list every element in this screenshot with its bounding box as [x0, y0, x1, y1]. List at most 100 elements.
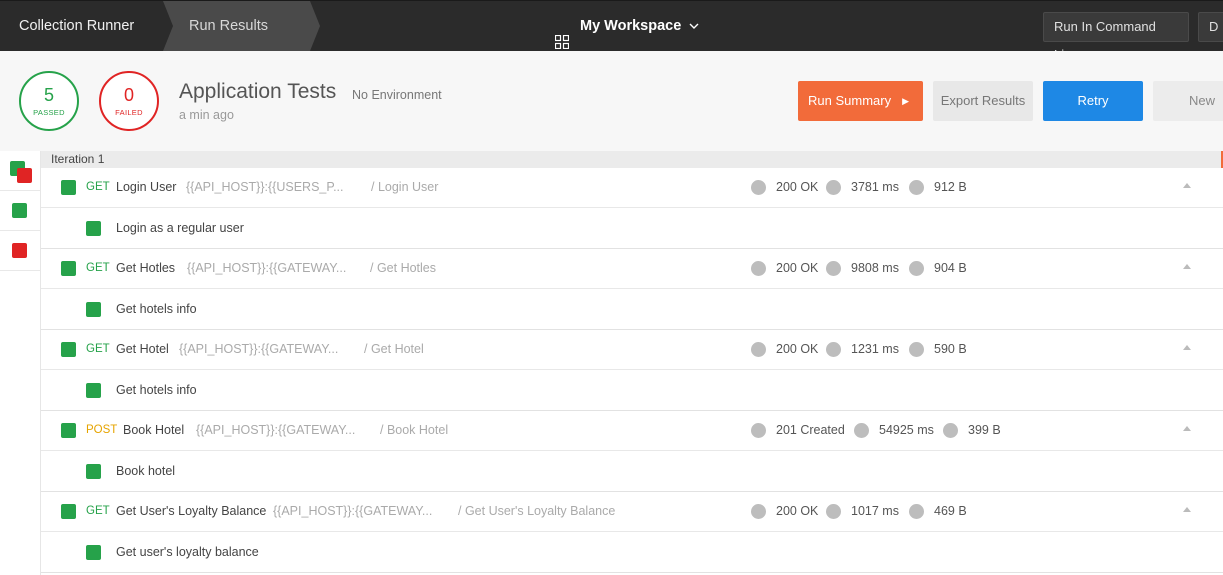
request-row[interactable]: POST Book Hotel {{API_HOST}}:{{GATEWAY..…	[41, 411, 1223, 451]
test-row: Get hotels info	[41, 289, 1223, 330]
run-summary-label: Run Summary	[808, 93, 892, 108]
status-dot-icon	[751, 261, 766, 276]
request-url: {{API_HOST}}:{{USERS_P...	[186, 180, 344, 194]
breadcrumb-separator	[310, 1, 320, 51]
request-status-icon	[61, 342, 76, 357]
test-pass-icon	[86, 545, 101, 560]
request-method: GET	[86, 343, 110, 355]
size-dot-icon	[909, 261, 924, 276]
request-row[interactable]: GET Get Hotles {{API_HOST}}:{{GATEWAY...…	[41, 249, 1223, 289]
collapse-caret-icon[interactable]	[1183, 183, 1191, 188]
request-status-icon	[61, 423, 76, 438]
test-name: Get hotels info	[116, 302, 197, 316]
request-method: GET	[86, 181, 110, 193]
iteration-header: Iteration 1	[41, 151, 1223, 168]
collection-title: Application Tests	[179, 80, 337, 103]
response-size: 469 B	[934, 504, 967, 518]
passed-label: PASSED	[33, 108, 65, 117]
time-dot-icon	[826, 504, 841, 519]
request-url: {{API_HOST}}:{{GATEWAY...	[187, 261, 347, 275]
test-name: Get hotels info	[116, 383, 197, 397]
test-row: Get hotels info	[41, 370, 1223, 411]
request-row[interactable]: GET Get Hotel {{API_HOST}}:{{GATEWAY... …	[41, 330, 1223, 370]
pass-indicator-icon	[12, 203, 27, 218]
request-url: {{API_HOST}}:{{GATEWAY...	[196, 423, 356, 437]
status-dot-icon	[751, 342, 766, 357]
request-method: GET	[86, 262, 110, 274]
response-time: 1017 ms	[851, 504, 899, 518]
run-time-ago: a min ago	[179, 108, 234, 122]
size-dot-icon	[909, 342, 924, 357]
response-size: 912 B	[934, 180, 967, 194]
request-row[interactable]: GET Get User's Loyalty Balance {{API_HOS…	[41, 492, 1223, 532]
collapse-caret-icon[interactable]	[1183, 345, 1191, 350]
response-status: 200 OK	[776, 342, 819, 356]
test-row: Login as a regular user	[41, 208, 1223, 249]
status-dot-icon	[751, 423, 766, 438]
request-status-icon	[61, 261, 76, 276]
response-time: 9808 ms	[851, 261, 899, 275]
request-row[interactable]: GET Login User {{API_HOST}}:{{USERS_P...…	[41, 168, 1223, 208]
test-pass-icon	[86, 383, 101, 398]
response-status: 200 OK	[776, 261, 819, 275]
status-dot-icon	[751, 180, 766, 195]
workspace-switcher[interactable]: My Workspace	[554, 1, 699, 52]
new-button[interactable]: New	[1153, 81, 1223, 121]
breadcrumb-collection-runner[interactable]: Collection Runner	[0, 1, 163, 52]
workspace-name: My Workspace	[580, 18, 682, 34]
size-dot-icon	[909, 180, 924, 195]
request-path: / Login User	[371, 180, 439, 194]
extra-top-button[interactable]: D	[1198, 12, 1223, 42]
time-dot-icon	[826, 342, 841, 357]
response-status: 201 Created	[776, 423, 845, 437]
request-name: Login User	[116, 180, 177, 194]
run-in-command-line-button[interactable]: Run In Command Line	[1043, 12, 1189, 62]
request-path: / Get Hotel	[364, 342, 424, 356]
time-dot-icon	[826, 261, 841, 276]
failed-count: 0	[123, 85, 134, 105]
fail-indicator-icon	[17, 168, 32, 183]
passed-count: 5	[43, 85, 54, 105]
top-bar: Run Results Collection Runner My Workspa…	[0, 0, 1223, 62]
collapse-caret-icon[interactable]	[1183, 426, 1191, 431]
collapse-caret-icon[interactable]	[1183, 264, 1191, 269]
request-path: / Get Hotles	[370, 261, 436, 275]
test-name: Book hotel	[116, 464, 176, 478]
size-dot-icon	[909, 504, 924, 519]
response-status: 200 OK	[776, 504, 819, 518]
test-row: Book hotel	[41, 451, 1223, 492]
request-name: Get Hotel	[116, 342, 169, 356]
request-path: / Get User's Loyalty Balance	[458, 504, 616, 518]
rail-item-passed[interactable]	[0, 191, 40, 231]
chevron-down-icon	[689, 1, 699, 52]
rail-item-failed[interactable]	[0, 231, 40, 271]
passed-counter: 5 PASSED	[19, 71, 79, 131]
test-pass-icon	[86, 464, 101, 479]
response-status: 200 OK	[776, 180, 819, 194]
rail-item-all[interactable]	[0, 151, 40, 191]
run-summary-button[interactable]: Run Summary ▶	[798, 81, 923, 121]
response-time: 3781 ms	[851, 180, 899, 194]
size-dot-icon	[943, 423, 958, 438]
request-url: {{API_HOST}}:{{GATEWAY...	[273, 504, 433, 518]
collapse-caret-icon[interactable]	[1183, 507, 1191, 512]
environment-label: No Environment	[352, 88, 442, 102]
retry-button[interactable]: Retry	[1043, 81, 1143, 121]
response-time: 54925 ms	[879, 423, 934, 437]
test-row: Get user's loyalty balance	[41, 532, 1223, 573]
response-time: 1231 ms	[851, 342, 899, 356]
breadcrumb-run-results[interactable]: Run Results	[160, 1, 310, 52]
status-dot-icon	[751, 504, 766, 519]
response-size: 590 B	[934, 342, 967, 356]
request-path: / Book Hotel	[380, 423, 449, 437]
request-status-icon	[61, 504, 76, 519]
export-results-button[interactable]: Export Results	[933, 81, 1033, 121]
request-status-icon	[61, 180, 76, 195]
response-size: 904 B	[934, 261, 967, 275]
request-name: Get Hotles	[116, 261, 176, 275]
response-size: 399 B	[968, 423, 1001, 437]
breadcrumb-separator	[163, 1, 173, 51]
test-pass-icon	[86, 221, 101, 236]
failed-label: FAILED	[115, 108, 143, 117]
play-icon: ▶	[902, 96, 909, 106]
